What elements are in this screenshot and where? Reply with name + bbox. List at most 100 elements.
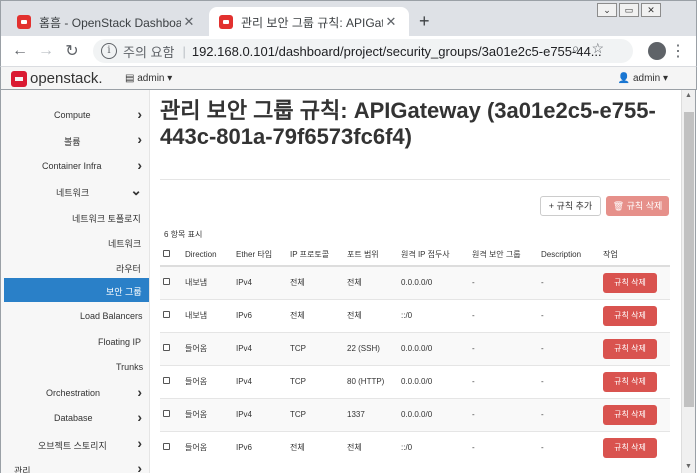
cell-ip-protocol: TCP bbox=[287, 397, 344, 431]
sidebar-item-network-topology[interactable]: 네트워크 토폴로지 bbox=[4, 205, 149, 229]
cell-port-range: 전체 bbox=[344, 298, 398, 332]
cell-direction: 들어옴 bbox=[182, 430, 233, 464]
scroll-down-arrow-icon[interactable]: ▼ bbox=[685, 463, 692, 470]
sidebar-item-compute[interactable]: Compute › bbox=[4, 103, 149, 127]
sidebar-item-label: 네트워크 토폴로지 bbox=[72, 214, 141, 224]
address-bar[interactable]: i 주의 요함 | 192.168.0.101/dashboard/projec… bbox=[93, 39, 633, 63]
info-icon[interactable]: i bbox=[101, 43, 117, 59]
maximize-button[interactable]: ▭ bbox=[619, 3, 639, 17]
sidebar-item-admin[interactable]: 관리 › bbox=[4, 457, 149, 473]
delete-rule-button[interactable]: 규칙 삭제 bbox=[603, 437, 657, 458]
close-icon[interactable]: ✕ bbox=[383, 14, 399, 30]
sidebar-item-security-groups[interactable]: 보안 그룹 bbox=[4, 278, 149, 302]
sidebar-item-label: Compute bbox=[54, 110, 91, 120]
delete-rule-button[interactable]: 규칙 삭제 bbox=[603, 305, 657, 326]
cell-description: - bbox=[538, 397, 600, 431]
sidebar-item-label: 네트워크 bbox=[108, 239, 142, 249]
browser-toolbar: ← → ↻ i 주의 요함 | 192.168.0.101/dashboard/… bbox=[0, 36, 697, 66]
zoom-search-icon[interactable]: ⌕ bbox=[572, 40, 580, 57]
sidebar: Compute › 볼륨 › Container Infra › 네트워크 ⌄ … bbox=[0, 90, 150, 473]
sidebar-item-volume[interactable]: 볼륨 › bbox=[4, 128, 149, 152]
cell-remote-ip: ::/0 bbox=[398, 430, 469, 464]
project-selector[interactable]: ▤ admin ▾ bbox=[125, 73, 172, 84]
sidebar-item-container-infra[interactable]: Container Infra › bbox=[4, 154, 149, 178]
tab-title: 홈흠 - OpenStack Dashboard bbox=[39, 15, 181, 30]
back-button[interactable]: ← bbox=[7, 42, 33, 60]
add-rule-button[interactable]: + 규칙 추가 bbox=[540, 196, 601, 216]
column-header[interactable]: Description bbox=[538, 244, 600, 267]
user-menu[interactable]: 👤 admin ▾ bbox=[618, 73, 668, 84]
row-checkbox[interactable] bbox=[160, 397, 182, 431]
item-count: 6 항목 표시 bbox=[164, 230, 203, 239]
close-icon[interactable]: ✕ bbox=[181, 14, 197, 30]
table-row: 내보냄 IPv6 전체 전체 ::/0 - - 규칙 삭제 bbox=[160, 298, 670, 332]
column-header[interactable]: Direction bbox=[182, 244, 233, 267]
forward-button[interactable]: → bbox=[33, 42, 59, 60]
cell-ip-protocol: TCP bbox=[287, 364, 344, 398]
sidebar-item-label: Database bbox=[54, 413, 93, 423]
sidebar-item-object-storage[interactable]: 오브젝트 스토리지 › bbox=[4, 432, 149, 456]
profile-avatar-icon[interactable] bbox=[648, 42, 666, 60]
sidebar-item-networks[interactable]: 네트워크 bbox=[4, 230, 149, 254]
scroll-up-arrow-icon[interactable]: ▲ bbox=[685, 92, 692, 99]
sidebar-item-database[interactable]: Database › bbox=[4, 406, 149, 430]
sidebar-item-trunks[interactable]: Trunks bbox=[4, 355, 149, 379]
row-checkbox[interactable] bbox=[160, 364, 182, 398]
browser-tab-security-rules[interactable]: 관리 보안 그룹 규칙: APIGatewa ✕ bbox=[209, 7, 409, 37]
cell-remote-ip: 0.0.0.0/0 bbox=[398, 364, 469, 398]
sidebar-item-label: Container Infra bbox=[42, 161, 102, 171]
cell-remote-group: - bbox=[469, 364, 538, 398]
sidebar-item-load-balancers[interactable]: Load Balancers bbox=[4, 304, 149, 328]
reload-button[interactable]: ↻ bbox=[59, 41, 85, 61]
delete-rule-button[interactable]: 규칙 삭제 bbox=[603, 371, 657, 392]
sidebar-item-orchestration[interactable]: Orchestration › bbox=[4, 381, 149, 405]
bookmark-star-icon[interactable]: ☆ bbox=[591, 40, 604, 57]
chevron-right-icon: › bbox=[137, 409, 142, 425]
cell-actions: 규칙 삭제 bbox=[600, 331, 670, 365]
openstack-logo[interactable]: openstack. bbox=[11, 70, 103, 87]
browser-menu-icon[interactable]: ⋮ bbox=[670, 41, 686, 61]
cell-remote-ip: 0.0.0.0/0 bbox=[398, 265, 469, 299]
close-window-button[interactable]: ✕ bbox=[641, 3, 661, 17]
new-tab-button[interactable]: + bbox=[419, 11, 430, 32]
delete-rules-button[interactable]: 🗑 규칙 삭제 bbox=[606, 196, 669, 216]
cell-remote-group: - bbox=[469, 265, 538, 299]
delete-rule-button[interactable]: 규칙 삭제 bbox=[603, 272, 657, 293]
cell-ip-protocol: 전체 bbox=[287, 265, 344, 299]
scrollbar-thumb[interactable] bbox=[684, 112, 694, 407]
chevron-right-icon: › bbox=[137, 460, 142, 473]
column-header[interactable]: Ether 타입 bbox=[233, 244, 287, 267]
page-scrollbar[interactable]: ▲ ▼ bbox=[681, 90, 696, 473]
url-text: 192.168.0.101/dashboard/project/security… bbox=[191, 43, 602, 59]
cell-description: - bbox=[538, 430, 600, 464]
cell-remote-group: - bbox=[469, 298, 538, 332]
cell-direction: 들어옴 bbox=[182, 364, 233, 398]
column-header[interactable]: 원격 IP 접두사 bbox=[398, 244, 469, 267]
cell-ether-type: IPv4 bbox=[233, 364, 287, 398]
sidebar-item-label: 볼륨 bbox=[64, 137, 81, 147]
delete-rule-button[interactable]: 규칙 삭제 bbox=[603, 338, 657, 359]
column-header[interactable]: 원격 보안 그룹 bbox=[469, 244, 538, 267]
cell-ether-type: IPv4 bbox=[233, 397, 287, 431]
minimize-button[interactable]: ⌄ bbox=[597, 3, 617, 17]
column-header[interactable]: IP 프로토콜 bbox=[287, 244, 344, 267]
delete-rule-button[interactable]: 규칙 삭제 bbox=[603, 404, 657, 425]
row-checkbox[interactable] bbox=[160, 298, 182, 332]
sidebar-item-floating-ip[interactable]: Floating IP bbox=[4, 330, 149, 354]
openstack-logo-icon bbox=[11, 70, 27, 87]
browser-tab-home[interactable]: 홈흠 - OpenStack Dashboard ✕ bbox=[7, 7, 207, 37]
window-controls: ⌄ ▭ ✕ bbox=[597, 3, 661, 17]
cell-ether-type: IPv4 bbox=[233, 265, 287, 299]
cell-remote-group: - bbox=[469, 397, 538, 431]
select-all-checkbox[interactable] bbox=[160, 244, 182, 267]
row-checkbox[interactable] bbox=[160, 430, 182, 464]
row-checkbox[interactable] bbox=[160, 331, 182, 365]
cell-description: - bbox=[538, 298, 600, 332]
sidebar-item-network[interactable]: 네트워크 ⌄ bbox=[4, 179, 149, 203]
sidebar-item-label: 네트워크 bbox=[56, 188, 90, 198]
cell-direction: 내보냄 bbox=[182, 265, 233, 299]
column-header[interactable]: 포트 범위 bbox=[344, 244, 398, 267]
sidebar-item-routers[interactable]: 라우터 bbox=[4, 255, 149, 279]
row-checkbox[interactable] bbox=[160, 265, 182, 299]
cell-port-range: 1337 bbox=[344, 397, 398, 431]
